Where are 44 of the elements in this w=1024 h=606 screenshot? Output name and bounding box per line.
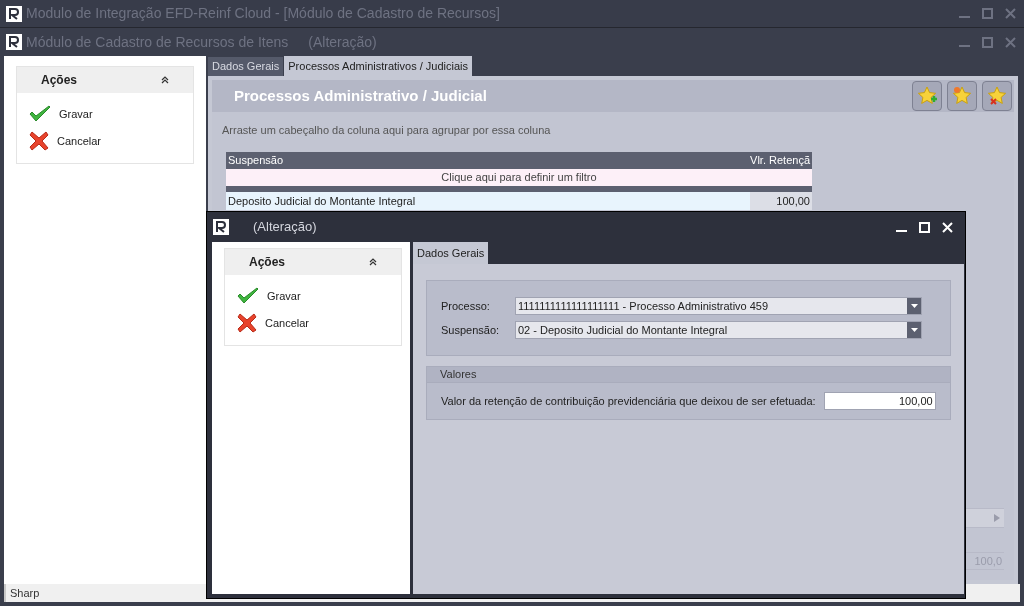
star-button[interactable] <box>912 81 942 111</box>
table-cell-text: Deposito Judicial do Montante Integral <box>227 193 417 209</box>
action-button[interactable]: Cancelar <box>29 131 181 151</box>
group-hint: Arraste um cabeçalho da coluna aqui para agrupar por essa coluna <box>222 123 552 138</box>
logo-icon <box>6 34 22 50</box>
dropdown-arrow-icon <box>910 328 918 332</box>
scroll-right-icon[interactable] <box>994 514 1000 522</box>
action-button[interactable]: Cancelar <box>237 313 389 333</box>
field-label: Valor da retenção de contribuição previdenciária que deixou de ser efetuada: <box>441 393 816 409</box>
panel-title: Ações <box>41 72 78 89</box>
dropdown-field[interactable]: 02 - Deposito Judicial do Montante Integral <box>515 321 922 339</box>
value-field[interactable]: 100,00 <box>823 392 936 410</box>
star-icon <box>916 85 938 107</box>
filter-row[interactable]: Clique aqui para definir um filtro <box>226 169 812 186</box>
cross-icon <box>237 313 257 333</box>
action-button[interactable]: Gravar <box>237 287 389 305</box>
star-icon <box>986 85 1008 107</box>
star-icon <box>951 85 973 107</box>
dropdown-field[interactable]: 1111111111111111111 - Processo Administrativo 459 <box>515 297 922 315</box>
star-button[interactable] <box>982 81 1012 111</box>
group-title: Valores <box>440 367 477 383</box>
field-label: Processo: <box>441 298 491 314</box>
action-button[interactable]: Gravar <box>29 105 181 123</box>
tab[interactable]: Dados Gerais <box>413 242 489 264</box>
table-cell: 100,00 <box>750 192 812 210</box>
dialog-title: (Alteração) <box>253 218 318 237</box>
checkmark-icon <box>237 287 259 305</box>
star-button[interactable] <box>947 81 977 111</box>
section-title: Processos Administrativo / Judicial <box>234 85 487 106</box>
column-header[interactable]: Vlr. Retençã <box>750 152 810 169</box>
checkmark-icon <box>29 105 51 123</box>
logo-icon <box>213 219 229 235</box>
panel-title: Ações <box>249 254 286 271</box>
column-header[interactable]: Suspensão <box>228 152 751 169</box>
dropdown-arrow-icon <box>910 304 918 308</box>
window-title: Modulo de Integração EFD-Reinf Cloud - [Módulo de Cadastro de Recursos] <box>26 4 501 23</box>
cross-icon <box>29 131 49 151</box>
tab[interactable]: Processos Administrativos / Judiciais <box>284 56 472 76</box>
field-label: Suspensão: <box>441 322 501 338</box>
logo-icon <box>6 5 22 22</box>
collapse-icon[interactable] <box>369 258 377 266</box>
grid-row[interactable]: Deposito Judicial do Montante Integral 100,00 <box>226 192 812 210</box>
tab[interactable]: Dados Gerais <box>208 57 284 76</box>
collapse-icon[interactable] <box>161 76 169 84</box>
